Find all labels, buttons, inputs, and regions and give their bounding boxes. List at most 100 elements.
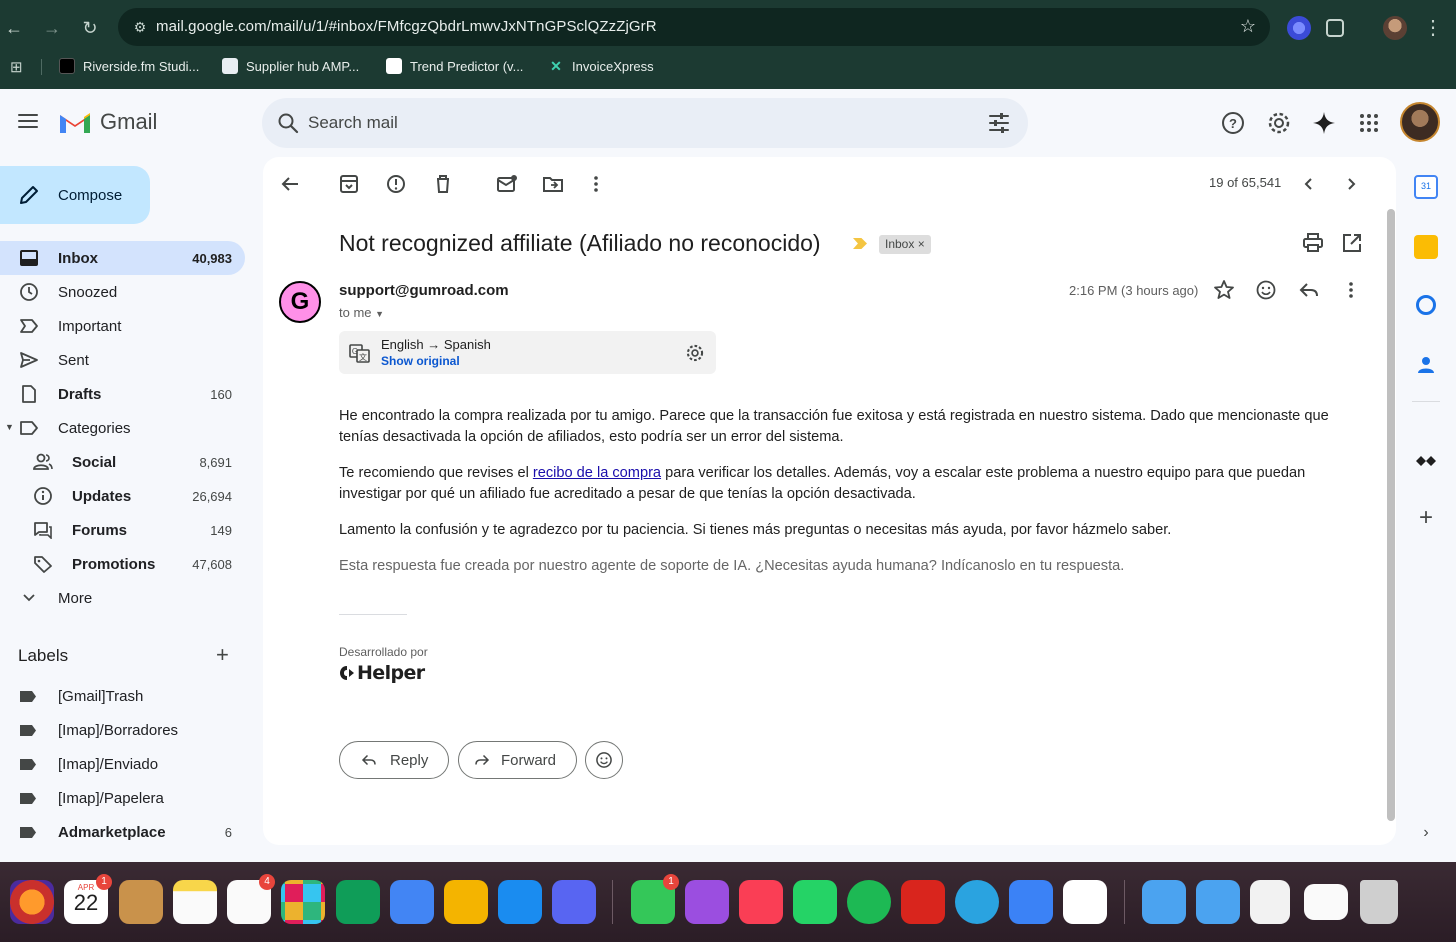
sidebar-item-categories[interactable]: ▼ Categories	[0, 411, 245, 445]
gemini-sparkle-icon[interactable]	[1312, 111, 1336, 135]
mark-unread-icon[interactable]	[495, 172, 519, 196]
older-chevron-right-icon[interactable]	[1339, 172, 1363, 196]
sidebar-item-inbox[interactable]: Inbox 40,983	[0, 241, 245, 275]
print-icon[interactable]	[1301, 231, 1325, 255]
label-item[interactable]: Admarketplace 6	[0, 815, 245, 849]
whatsapp-app-icon[interactable]	[793, 880, 837, 924]
add-addon-plus-icon[interactable]: +	[1414, 506, 1438, 531]
back-to-inbox-icon[interactable]	[278, 172, 302, 196]
messages-app-icon[interactable]: 1	[631, 874, 679, 924]
settings-gear-icon[interactable]	[1267, 111, 1291, 135]
slack-app-icon[interactable]	[281, 880, 325, 924]
music-app-icon[interactable]	[739, 880, 783, 924]
label-item[interactable]: [Gmail]Trash	[0, 679, 245, 713]
help-icon[interactable]: ?	[1221, 111, 1245, 135]
downloads-folder-icon[interactable]	[1196, 880, 1240, 924]
sidebar-item-drafts[interactable]: Drafts 160	[0, 377, 245, 411]
label-item[interactable]: [Imap]/Borradores	[0, 713, 245, 747]
translation-languages[interactable]: English → Spanish	[381, 337, 491, 352]
compose-button[interactable]: Compose	[0, 166, 150, 224]
archive-icon[interactable]	[337, 172, 361, 196]
notes-app-icon[interactable]	[173, 880, 217, 924]
docs-app-icon[interactable]	[390, 880, 434, 924]
apps-grid-icon[interactable]: ⊞	[10, 58, 23, 76]
search-bar[interactable]	[262, 98, 1028, 148]
main-menu-icon[interactable]	[18, 114, 38, 128]
emoji-reaction-icon[interactable]	[1254, 278, 1278, 302]
search-icon[interactable]	[276, 111, 300, 135]
recipient-line[interactable]: to me ▼	[339, 305, 384, 320]
telegram-app-icon[interactable]	[955, 880, 999, 924]
discord-app-icon[interactable]	[552, 880, 596, 924]
contacts-app-icon[interactable]	[119, 880, 163, 924]
contacts-app-icon[interactable]	[1414, 353, 1438, 377]
slides-app-icon[interactable]	[444, 880, 488, 924]
sidebar-item-updates[interactable]: Updates 26,694	[0, 479, 245, 513]
search-input[interactable]	[308, 98, 968, 148]
browser-menu-icon[interactable]: ⋮	[1421, 16, 1445, 40]
more-vert-icon[interactable]	[584, 172, 608, 196]
chip-remove-icon[interactable]: ×	[918, 237, 925, 251]
zip-file-icon[interactable]	[1250, 880, 1290, 924]
trash-bin-icon[interactable]	[1360, 880, 1398, 924]
keep-app-icon[interactable]	[1414, 235, 1438, 259]
bookmark-star-icon[interactable]: ☆	[1240, 16, 1256, 37]
podcasts-app-icon[interactable]	[685, 880, 729, 924]
newer-chevron-left-icon[interactable]	[1297, 172, 1321, 196]
reply-icon[interactable]	[1297, 278, 1321, 302]
reload-icon[interactable]: ↻	[78, 16, 102, 40]
back-arrow-icon[interactable]: ←	[2, 16, 26, 40]
vpn-app-icon[interactable]	[1063, 880, 1107, 924]
address-bar[interactable]: ⚙ mail.google.com/mail/u/1/#inbox/FMfcgz…	[118, 8, 1270, 46]
search-options-icon[interactable]	[988, 112, 1010, 134]
site-settings-icon[interactable]: ⚙	[130, 17, 150, 37]
sheets-app-icon[interactable]	[336, 880, 380, 924]
forward-arrow-icon[interactable]: →	[40, 16, 64, 40]
account-avatar[interactable]	[1400, 102, 1440, 142]
sidebar-item-more[interactable]: More	[0, 581, 245, 615]
move-to-icon[interactable]	[541, 172, 565, 196]
sender-avatar[interactable]: G	[279, 281, 321, 323]
open-new-window-icon[interactable]	[1340, 231, 1364, 255]
translation-settings-gear-icon[interactable]	[685, 343, 705, 363]
sidebar-item-snoozed[interactable]: Snoozed	[0, 275, 245, 309]
inbox-label-chip[interactable]: Inbox ×	[879, 235, 931, 254]
add-on-icon[interactable]	[1414, 449, 1438, 473]
expand-panel-chevron-icon[interactable]: ›	[1414, 821, 1438, 845]
extensions-puzzle-icon[interactable]	[1326, 19, 1344, 37]
bookmark-invoicexpress[interactable]: ✕ InvoiceXpress	[548, 58, 654, 74]
reminders-app-icon[interactable]: 4	[227, 874, 275, 924]
sidebar-item-promotions[interactable]: Promotions 47,608	[0, 547, 245, 581]
message-more-vert-icon[interactable]	[1339, 278, 1363, 302]
sidebar-item-important[interactable]: Important	[0, 309, 245, 343]
label-item[interactable]: [Imap]/Papelera	[0, 781, 245, 815]
pane-scrollbar[interactable]	[1384, 207, 1396, 821]
bookmark-supplier-hub[interactable]: Supplier hub AMP...	[222, 58, 359, 74]
sidebar-item-social[interactable]: Social 8,691	[0, 445, 245, 479]
star-icon[interactable]	[1212, 278, 1236, 302]
tasks-app-icon[interactable]	[1416, 295, 1436, 315]
folder-icon[interactable]	[1142, 880, 1186, 924]
document-thumbnail-icon[interactable]	[1304, 884, 1348, 920]
extension-icon[interactable]	[1287, 16, 1311, 40]
google-apps-icon[interactable]	[1357, 111, 1381, 135]
sender-email[interactable]: support@gumroad.com	[339, 282, 509, 299]
spotify-app-icon[interactable]	[847, 880, 891, 924]
add-label-icon[interactable]: +	[216, 644, 229, 666]
caret-down-icon[interactable]: ▼	[5, 422, 14, 432]
trash-icon[interactable]	[431, 172, 455, 196]
helper-logo[interactable]: Helper	[339, 662, 425, 684]
gmail-logo[interactable]: Gmail	[58, 109, 157, 135]
recipient-details-caret-icon[interactable]: ▼	[375, 309, 384, 319]
receipt-link[interactable]: recibo de la compra	[533, 465, 661, 481]
report-spam-icon[interactable]	[384, 172, 408, 196]
sidebar-item-sent[interactable]: Sent	[0, 343, 245, 377]
forward-button[interactable]: Forward	[458, 741, 577, 779]
mail-app-icon[interactable]	[1009, 880, 1053, 924]
acrobat-app-icon[interactable]	[901, 880, 945, 924]
label-item[interactable]: [Imap]/Enviado	[0, 747, 245, 781]
show-original-link[interactable]: Show original	[381, 354, 460, 368]
reply-button[interactable]: Reply	[339, 741, 449, 779]
scrollbar-thumb[interactable]	[1387, 209, 1395, 821]
emoji-react-button[interactable]	[585, 741, 623, 779]
